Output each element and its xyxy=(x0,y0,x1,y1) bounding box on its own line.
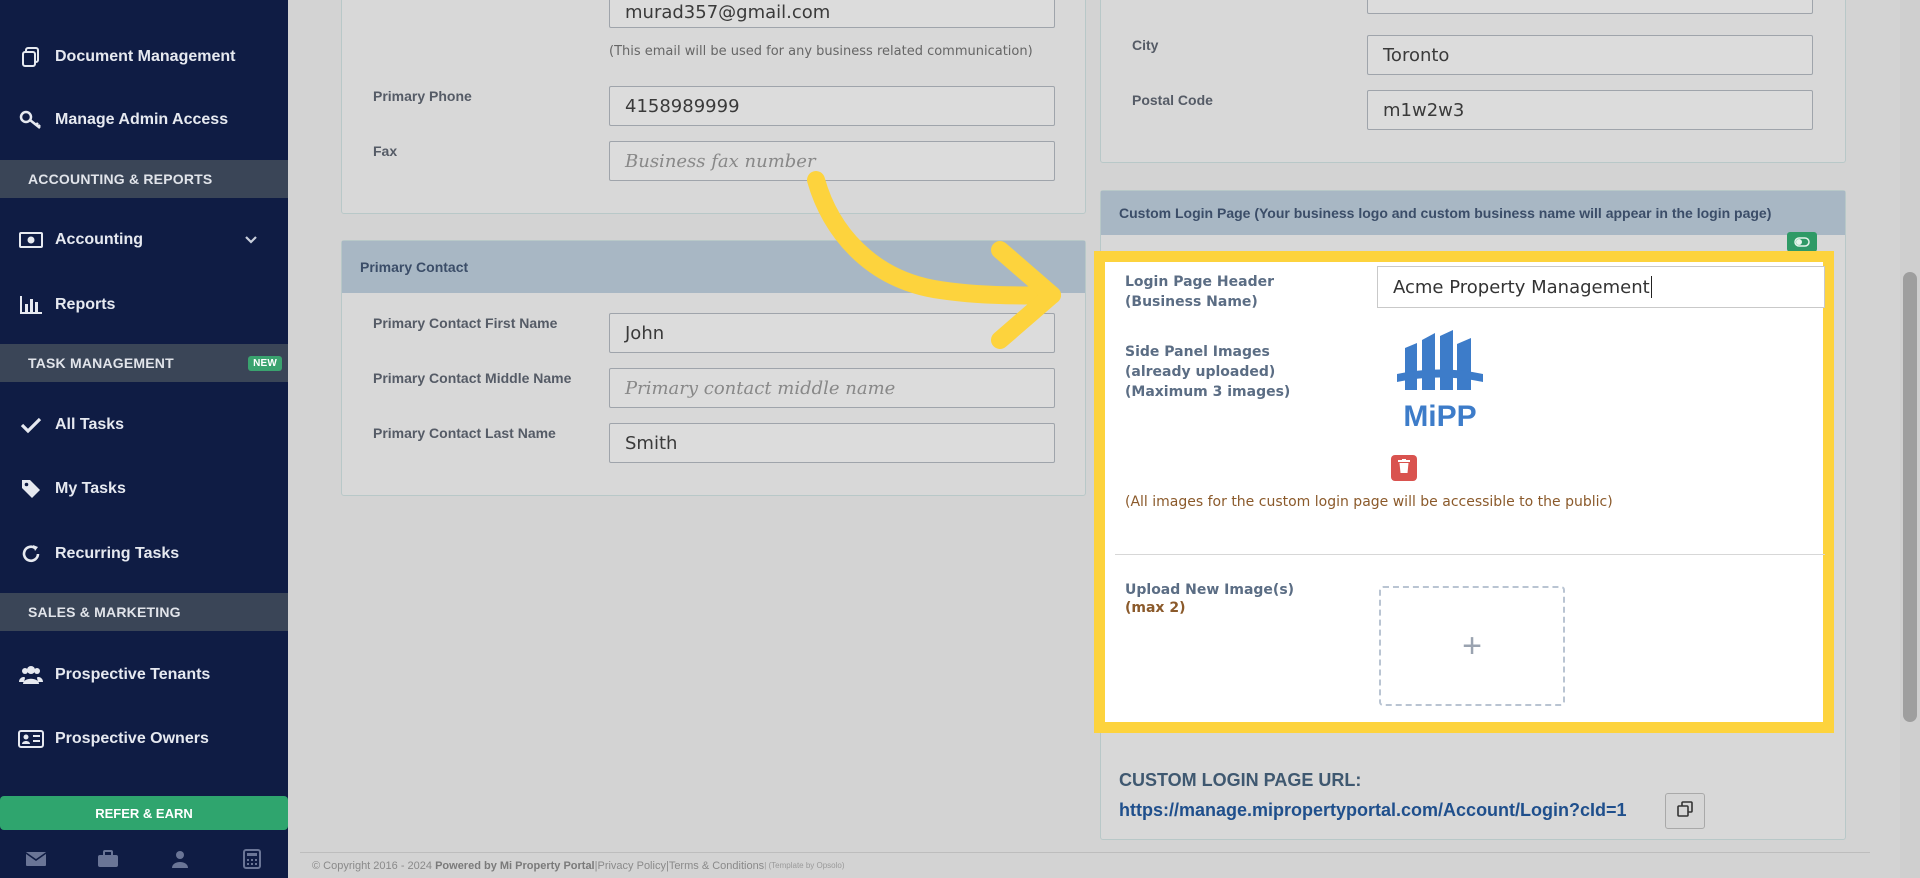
login-header-value: Acme Property Management xyxy=(1393,276,1650,298)
address-panel xyxy=(1100,0,1846,163)
custom-login-header: Custom Login Page (Your business logo an… xyxy=(1101,191,1845,235)
first-name-label: Primary Contact First Name xyxy=(373,315,558,331)
id-card-icon xyxy=(18,728,44,750)
sidebar-item-label: Reports xyxy=(55,296,116,313)
sidebar-item-manage-admin-access[interactable]: Manage Admin Access xyxy=(0,90,288,150)
footer-powered: Powered by Mi Property Portal xyxy=(435,859,595,872)
text-caret xyxy=(1650,276,1652,298)
email-help-text: (This email will be used for any busines… xyxy=(609,44,1033,59)
new-badge: NEW xyxy=(248,356,282,371)
sidebar-footer-icons xyxy=(0,840,288,878)
custom-login-url-label: CUSTOM LOGIN PAGE URL: xyxy=(1119,770,1362,790)
sidebar-item-recurring-tasks[interactable]: Recurring Tasks xyxy=(0,524,288,584)
scrollbar-thumb[interactable] xyxy=(1903,272,1917,722)
toggle-icon[interactable] xyxy=(1787,232,1817,252)
sidebar-item-reports[interactable]: Reports xyxy=(0,275,288,335)
footer: © Copyright 2016 - 2024 Powered by Mi Pr… xyxy=(300,852,1870,878)
calculator-icon[interactable] xyxy=(240,848,264,870)
mipp-logo-text: MiPP xyxy=(1403,400,1477,433)
mipp-logo: MiPP xyxy=(1395,330,1485,440)
check-icon xyxy=(18,414,44,436)
city-field[interactable]: Toronto xyxy=(1367,35,1813,75)
section-header-accounting: ACCOUNTING & REPORTS xyxy=(0,160,288,198)
arrow-annotation xyxy=(807,171,1061,349)
sidebar-item-accounting[interactable]: Accounting xyxy=(0,210,288,270)
highlight-box: Login Page Header (Business Name) Acme P… xyxy=(1094,251,1834,733)
footer-template-credit: | (Template by Opsolo) xyxy=(764,861,845,870)
copy-icon xyxy=(1677,800,1693,822)
custom-login-url-link[interactable]: https://manage.mipropertyportal.com/Acco… xyxy=(1119,800,1627,821)
sidebar-item-my-tasks[interactable]: My Tasks xyxy=(0,459,288,519)
briefcase-icon[interactable] xyxy=(96,848,120,870)
sidebar-item-all-tasks[interactable]: All Tasks xyxy=(0,395,288,455)
delete-image-button[interactable] xyxy=(1391,455,1417,481)
chevron-down-icon xyxy=(244,232,258,250)
primary-email-field[interactable]: murad357@gmail.com xyxy=(609,0,1055,28)
postal-code-label: Postal Code xyxy=(1132,92,1213,108)
address-field[interactable] xyxy=(1367,0,1813,14)
upload-label: Upload New Image(s) xyxy=(1125,582,1295,598)
scrollbar[interactable] xyxy=(1900,0,1920,878)
postal-code-field[interactable]: m1w2w3 xyxy=(1367,90,1813,130)
bar-chart-icon xyxy=(18,294,44,316)
sidebar-item-label: Manage Admin Access xyxy=(55,111,229,128)
section-header-sales-marketing: SALES & MARKETING xyxy=(0,593,288,631)
middle-name-label: Primary Contact Middle Name xyxy=(373,370,572,386)
upload-max-label: (max 2) xyxy=(1125,600,1186,616)
sidebar-item-label: Recurring Tasks xyxy=(55,545,180,562)
login-header-label: Login Page Header (Business Name) xyxy=(1125,274,1275,310)
sidebar-item-prospective-owners[interactable]: Prospective Owners xyxy=(0,709,288,769)
middle-name-field[interactable]: Primary contact middle name xyxy=(609,368,1055,408)
key-icon xyxy=(18,109,44,131)
user-icon[interactable] xyxy=(168,848,192,870)
sidebar-item-prospective-tenants[interactable]: Prospective Tenants xyxy=(0,645,288,705)
section-header-label: TASK MANAGEMENT xyxy=(28,355,174,371)
public-images-note: (All images for the custom login page wi… xyxy=(1125,494,1613,510)
sidebar-item-label: Prospective Tenants xyxy=(55,666,211,683)
side-images-label: Side Panel Images (already uploaded) xyxy=(1125,344,1276,380)
mail-icon[interactable] xyxy=(24,848,48,870)
privacy-policy-link[interactable]: Privacy Policy xyxy=(597,860,665,872)
city-label: City xyxy=(1132,37,1159,53)
sidebar-item-label: Accounting xyxy=(55,231,143,248)
documents-icon xyxy=(18,46,44,68)
section-header-task-management: TASK MANAGEMENT NEW xyxy=(0,344,288,382)
terms-link[interactable]: Terms & Conditions xyxy=(669,860,764,872)
footer-copyright: © Copyright 2016 - 2024 xyxy=(312,859,433,872)
refresh-icon xyxy=(18,543,44,565)
refer-earn-button[interactable]: REFER & EARN xyxy=(0,796,288,830)
sidebar: Document Management Manage Admin Access … xyxy=(0,0,288,878)
tag-icon xyxy=(18,478,44,500)
primary-phone-field[interactable]: 4158989999 xyxy=(609,86,1055,126)
plus-icon: + xyxy=(1462,626,1482,665)
sidebar-item-label: All Tasks xyxy=(55,416,125,433)
upload-image-dropzone[interactable]: + xyxy=(1379,586,1565,706)
side-images-max-label: (Maximum 3 images) xyxy=(1125,384,1291,400)
sidebar-item-document-management[interactable]: Document Management xyxy=(0,27,288,87)
primary-phone-label: Primary Phone xyxy=(373,88,472,104)
divider xyxy=(1115,554,1825,555)
login-header-input[interactable]: Acme Property Management xyxy=(1377,266,1825,308)
trash-icon xyxy=(1398,458,1410,478)
sidebar-item-label: Prospective Owners xyxy=(55,730,209,747)
last-name-label: Primary Contact Last Name xyxy=(373,425,556,441)
users-icon xyxy=(18,664,44,686)
fax-label: Fax xyxy=(373,143,398,159)
sidebar-item-label: Document Management xyxy=(55,48,236,65)
money-icon xyxy=(18,229,44,251)
copy-url-button[interactable] xyxy=(1665,793,1705,829)
sidebar-item-label: My Tasks xyxy=(55,480,126,497)
last-name-field[interactable]: Smith xyxy=(609,423,1055,463)
